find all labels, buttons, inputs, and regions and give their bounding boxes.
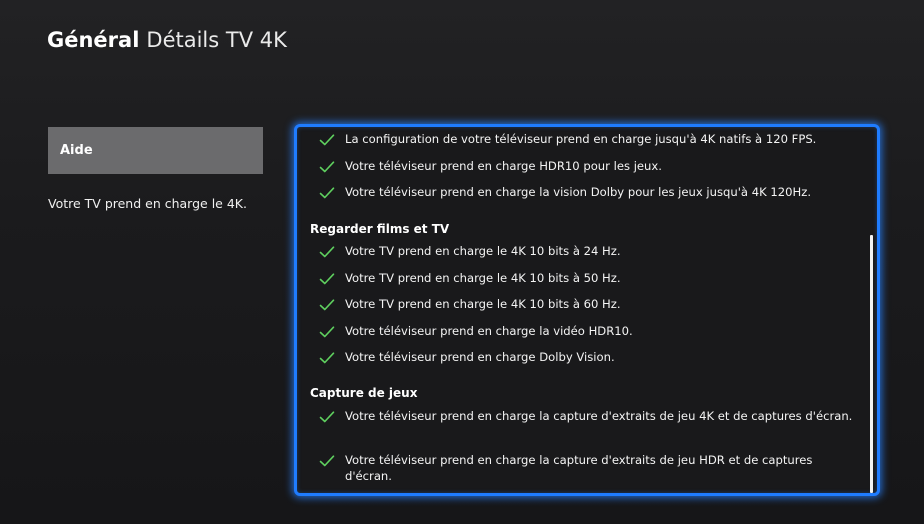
page-title: Général Détails TV 4K <box>47 28 287 52</box>
checkmark-icon <box>319 272 335 286</box>
list-item: Votre TV prend en charge le 4K 10 bits à… <box>319 243 853 259</box>
checkmark-icon <box>319 245 335 259</box>
checkmark-icon <box>319 160 335 174</box>
list-item: Votre téléviseur prend en charge Dolby V… <box>319 349 853 365</box>
list-item: Votre TV prend en charge le 4K 10 bits à… <box>319 270 853 286</box>
list-item-text: Votre TV prend en charge le 4K 10 bits à… <box>345 244 621 258</box>
help-button[interactable]: Aide <box>48 127 263 174</box>
checkmark-icon <box>319 186 335 200</box>
page-subtitle: Détails TV 4K <box>146 28 287 52</box>
list-item: Votre téléviseur prend en charge la vidé… <box>319 323 853 339</box>
list-item: Votre TV prend en charge le 4K 10 bits à… <box>319 296 853 312</box>
details-panel[interactable]: La configuration de votre téléviseur pre… <box>294 124 880 496</box>
checkmark-icon <box>319 351 335 365</box>
list-item: Votre téléviseur prend en charge la capt… <box>319 452 853 484</box>
movies-heading: Regarder films et TV <box>310 222 450 236</box>
section-title: Général <box>47 28 140 52</box>
list-item-text: Votre téléviseur prend en charge la vidé… <box>345 324 633 338</box>
list-item-text: Votre TV prend en charge le 4K 10 bits à… <box>345 271 621 285</box>
list-item-text: Votre téléviseur prend en charge Dolby V… <box>345 350 615 364</box>
list-item-text: Votre téléviseur prend en charge la capt… <box>345 453 813 483</box>
tv-support-description: Votre TV prend en charge le 4K. <box>48 196 247 211</box>
checkmark-icon <box>319 133 335 147</box>
scrollbar[interactable] <box>870 235 873 493</box>
list-item: Votre téléviseur prend en charge la capt… <box>319 408 853 424</box>
list-item: Votre téléviseur prend en charge HDR10 p… <box>319 158 853 174</box>
list-item-text: Votre téléviseur prend en charge la capt… <box>345 409 853 423</box>
checkmark-icon <box>319 454 335 468</box>
list-item-text: Votre TV prend en charge le 4K 10 bits à… <box>345 297 621 311</box>
list-item: La configuration de votre téléviseur pre… <box>319 131 853 147</box>
list-item: Votre téléviseur prend en charge la visi… <box>319 184 853 200</box>
list-item-text: La configuration de votre téléviseur pre… <box>345 132 817 146</box>
details-list: La configuration de votre téléviseur pre… <box>297 127 877 493</box>
list-item-text: Votre téléviseur prend en charge HDR10 p… <box>345 159 662 173</box>
checkmark-icon <box>319 410 335 424</box>
help-button-label: Aide <box>60 143 93 158</box>
capture-heading: Capture de jeux <box>310 386 418 400</box>
list-item-text: Votre téléviseur prend en charge la visi… <box>345 185 812 199</box>
checkmark-icon <box>319 325 335 339</box>
checkmark-icon <box>319 298 335 312</box>
